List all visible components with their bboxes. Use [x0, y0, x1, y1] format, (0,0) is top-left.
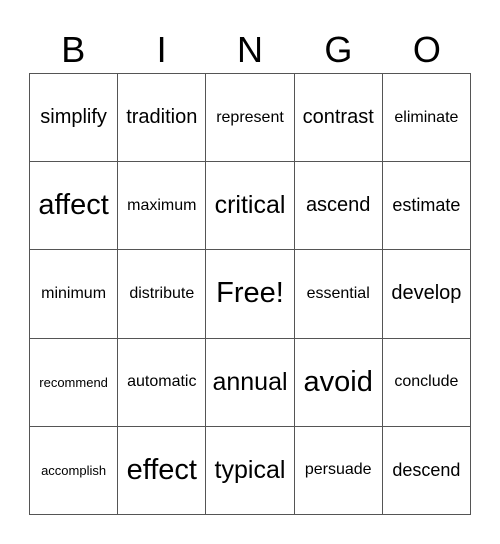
bingo-cell[interactable]: persuade: [294, 426, 383, 515]
bingo-cell[interactable]: recommend: [30, 338, 119, 427]
header-letter-b: B: [61, 29, 86, 70]
bingo-cell[interactable]: conclude: [382, 338, 471, 427]
bingo-cell[interactable]: automatic: [118, 338, 207, 427]
free-space-cell[interactable]: Free!: [206, 250, 295, 339]
bingo-cell[interactable]: descend: [382, 426, 471, 515]
bingo-cell[interactable]: minimum: [30, 250, 119, 339]
bingo-grid: simplify tradition represent contrast el…: [29, 73, 471, 515]
bingo-cell[interactable]: simplify: [30, 74, 119, 163]
bingo-cell[interactable]: distribute: [118, 250, 207, 339]
bingo-cell[interactable]: represent: [206, 74, 295, 163]
bingo-cell[interactable]: maximum: [118, 162, 207, 251]
header-letter-g: G: [324, 29, 353, 70]
header-letter-n: N: [237, 29, 264, 70]
bingo-header: B I N G O: [29, 28, 471, 72]
bingo-cell[interactable]: tradition: [118, 74, 207, 163]
bingo-cell[interactable]: develop: [382, 250, 471, 339]
bingo-cell[interactable]: essential: [294, 250, 383, 339]
bingo-cell[interactable]: annual: [206, 338, 295, 427]
bingo-cell[interactable]: avoid: [294, 338, 383, 427]
bingo-cell[interactable]: eliminate: [382, 74, 471, 163]
bingo-cell[interactable]: typical: [206, 426, 295, 515]
bingo-cell[interactable]: accomplish: [30, 426, 119, 515]
bingo-cell[interactable]: effect: [118, 426, 207, 515]
header-letter-i: I: [156, 29, 167, 70]
bingo-cell[interactable]: ascend: [294, 162, 383, 251]
bingo-cell[interactable]: affect: [30, 162, 119, 251]
bingo-cell[interactable]: contrast: [294, 74, 383, 163]
header-letter-o: O: [412, 29, 441, 70]
bingo-cell[interactable]: estimate: [382, 162, 471, 251]
bingo-cell[interactable]: critical: [206, 162, 295, 251]
